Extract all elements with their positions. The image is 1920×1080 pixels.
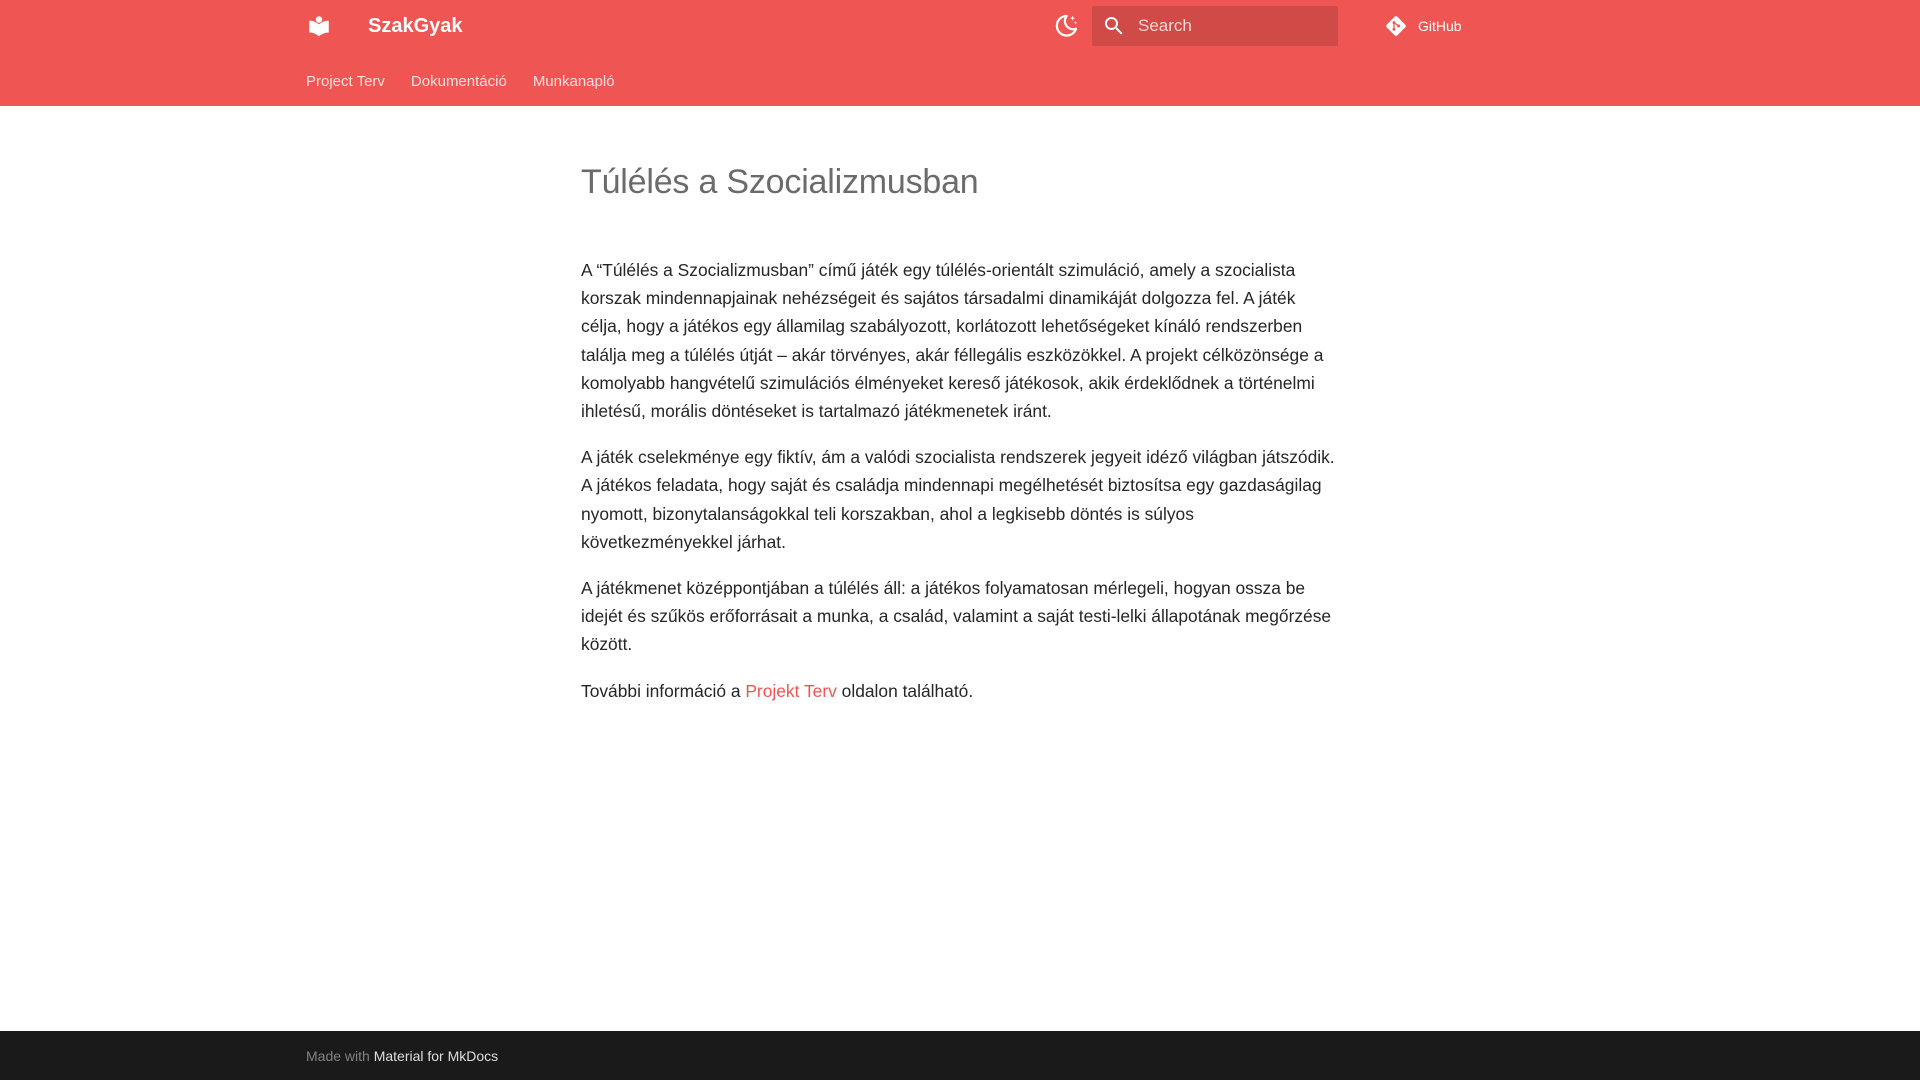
intro-paragraph: A “Túlélés a Szocializmusban” című játék… xyxy=(581,260,1324,422)
tab-dokumentacio[interactable]: Dokumentáció xyxy=(411,70,507,94)
site-title[interactable]: SzakGyak xyxy=(368,13,463,39)
search-icon xyxy=(1105,17,1123,35)
site-header: SzakGyak GitHub Project Terv Dokumentáci… xyxy=(0,0,1920,106)
main-content: Túlélés a Szocializmusban A “Túlélés a S… xyxy=(581,158,1339,723)
site-footer: Made with Material for MkDocs xyxy=(0,1031,1920,1080)
header-topbar: SzakGyak GitHub xyxy=(0,0,1920,52)
git-icon xyxy=(1386,16,1406,36)
github-repo-link[interactable]: GitHub xyxy=(1384,13,1462,39)
made-with-text: Made with xyxy=(306,1048,374,1064)
material-mkdocs-link[interactable]: Material for MkDocs xyxy=(374,1048,498,1064)
nav-tabs: Project Terv Dokumentáció Munkanapló xyxy=(306,70,641,94)
tab-munkanaplo[interactable]: Munkanapló xyxy=(533,70,615,94)
github-label: GitHub xyxy=(1418,18,1462,34)
search-input[interactable] xyxy=(1138,6,1328,46)
moon-icon[interactable] xyxy=(1052,12,1080,40)
gameplay-paragraph: A játékmenet középpontjában a túlélés ál… xyxy=(581,578,1332,655)
more-info-prefix: További információ a xyxy=(581,680,746,701)
page-title: Túlélés a Szocializmusban xyxy=(581,163,979,201)
projekt-terv-link[interactable]: Projekt Terv xyxy=(745,681,837,701)
story-paragraph: A játék cselekménye egy fiktív, ám a val… xyxy=(581,447,1335,552)
search-box[interactable] xyxy=(1092,6,1338,46)
book-open-icon[interactable] xyxy=(306,13,332,39)
more-info-suffix: oldalon található. xyxy=(836,680,974,701)
footer-credit: Made with Material for MkDocs xyxy=(306,1046,498,1066)
more-info-paragraph: További információ a Projekt Terv oldalo… xyxy=(581,677,1339,705)
tab-project-terv[interactable]: Project Terv xyxy=(306,70,385,94)
